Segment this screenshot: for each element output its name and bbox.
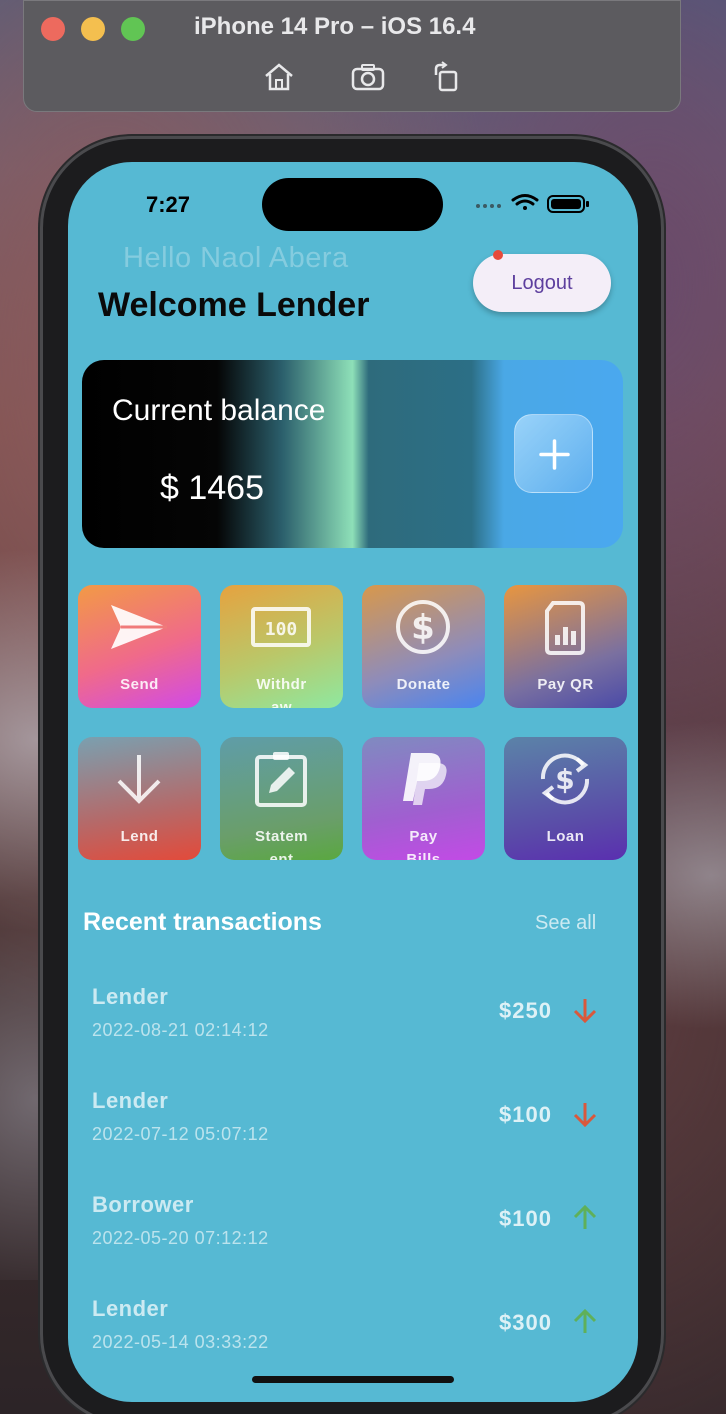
transaction-amount: $300	[499, 1310, 552, 1335]
withdraw-label: Withdr aw	[256, 676, 307, 708]
send-label: Send	[120, 676, 159, 693]
sim-card-icon	[545, 601, 585, 655]
pay-bills-label: Pay Bills	[406, 828, 441, 860]
status-icons	[476, 194, 589, 213]
transaction-row[interactable]: Lender 2022-05-14 03:33:22 $300	[68, 1296, 638, 1366]
page-title: Welcome Lender	[98, 286, 370, 324]
status-time: 7:27	[146, 192, 191, 217]
dynamic-island	[262, 178, 443, 231]
rotate-icon[interactable]	[428, 61, 464, 93]
balance-label: Current balance	[112, 394, 326, 427]
recent-transactions-title: Recent transactions	[83, 908, 322, 936]
transaction-row[interactable]: Borrower 2022-05-20 07:12:12 $100	[68, 1192, 638, 1262]
cash-100-icon: 100	[251, 607, 311, 647]
svg-text:$: $	[555, 763, 574, 796]
transaction-row[interactable]: Lender 2022-08-21 02:14:12 $250	[68, 984, 638, 1054]
pay-qr-label: Pay QR	[537, 676, 594, 693]
donate-button[interactable]: $ Donate	[362, 585, 485, 708]
screenshot-icon[interactable]	[350, 61, 386, 93]
transaction-name: Borrower	[92, 1192, 194, 1217]
transaction-date: 2022-08-21 02:14:12	[92, 1020, 269, 1040]
wifi-icon	[511, 194, 539, 210]
send-button[interactable]: Send	[78, 585, 201, 708]
transaction-date: 2022-05-14 03:33:22	[92, 1332, 269, 1352]
clipboard-edit-icon	[255, 752, 307, 807]
dollar-circle-icon: $	[396, 600, 450, 654]
loan-label: Loan	[546, 828, 585, 845]
battery-icon	[547, 195, 589, 213]
send-icon	[111, 605, 167, 649]
transaction-row[interactable]: Lender 2022-07-12 05:07:12 $100	[68, 1088, 638, 1158]
transaction-amount: $250	[499, 998, 552, 1023]
app-screen: 7:27 Hello Naol Abera Welcome Lender Log…	[68, 162, 638, 1402]
statement-button[interactable]: Statem ent	[220, 737, 343, 860]
close-window-button[interactable]	[41, 17, 65, 41]
transaction-date: 2022-07-12 05:07:12	[92, 1124, 269, 1144]
arrow-up-icon	[573, 1308, 597, 1333]
currency-exchange-icon: $	[540, 753, 590, 805]
loan-button[interactable]: $ Loan	[504, 737, 627, 860]
minimize-window-button[interactable]	[81, 17, 105, 41]
zoom-window-button[interactable]	[121, 17, 145, 41]
arrow-down-icon	[573, 1103, 597, 1128]
signal-icon	[476, 204, 501, 208]
svg-text:100: 100	[265, 619, 298, 640]
statement-label: Statem ent	[254, 828, 309, 860]
paypal-icon	[403, 753, 447, 805]
withdraw-button[interactable]: 100 Withdr aw	[220, 585, 343, 708]
donate-label: Donate	[396, 676, 451, 693]
arrow-down-icon	[573, 999, 597, 1024]
home-icon[interactable]	[261, 61, 297, 93]
transaction-date: 2022-05-20 07:12:12	[92, 1228, 269, 1248]
transaction-amount: $100	[499, 1206, 552, 1231]
simulator-title: iPhone 14 Pro – iOS 16.4	[194, 13, 476, 40]
lend-label: Lend	[120, 828, 159, 845]
simulator-title-bar: iPhone 14 Pro – iOS 16.4	[23, 0, 681, 112]
plus-icon	[539, 439, 570, 470]
transaction-amount: $100	[499, 1102, 552, 1127]
lend-button[interactable]: Lend	[78, 737, 201, 860]
pay-bills-button[interactable]: Pay Bills	[362, 737, 485, 860]
pay-qr-button[interactable]: Pay QR	[504, 585, 627, 708]
logout-button[interactable]: Logout	[473, 254, 611, 312]
svg-text:$: $	[411, 608, 435, 648]
home-indicator[interactable]	[252, 1376, 454, 1383]
arrow-up-icon	[573, 1204, 597, 1229]
add-funds-button[interactable]	[514, 414, 593, 493]
transaction-name: Lender	[92, 1296, 169, 1321]
notification-dot	[493, 250, 503, 260]
see-all-link[interactable]: See all	[535, 912, 596, 935]
transaction-name: Lender	[92, 984, 169, 1009]
balance-value: $ 1465	[160, 469, 264, 507]
arrow-down-icon	[117, 755, 161, 804]
greeting-text: Hello Naol Abera	[123, 242, 349, 274]
transaction-name: Lender	[92, 1088, 169, 1113]
